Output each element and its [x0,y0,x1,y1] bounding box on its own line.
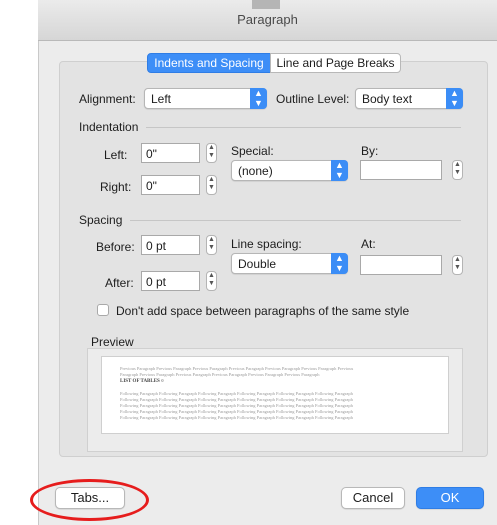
preview-following-line: Following Paragraph Following Paragraph … [120,403,353,408]
left-indent-label: Left: [104,148,128,162]
after-value: 0 pt [146,275,167,289]
alignment-value: Left [151,92,172,106]
after-field[interactable]: 0 pt [141,271,200,291]
special-value: (none) [238,164,273,178]
tab-line-and-page-breaks[interactable]: Line and Page Breaks [270,53,401,73]
indentation-heading: Indentation [79,120,139,134]
preview-previous-line: Paragraph Previous Paragraph Previous Pa… [120,372,320,377]
by-label: By: [361,144,379,158]
tab-indents-and-spacing[interactable]: Indents and Spacing [147,53,271,73]
preview-following-line: Following Paragraph Following Paragraph … [120,415,353,420]
preview-heading: Preview [91,335,134,349]
left-indent-value: 0" [146,147,157,161]
chevron-updown-icon: ▲ ▼ [446,88,463,109]
after-stepper-icon[interactable]: ▲ ▼ [206,271,217,291]
line-spacing-select[interactable]: Double ▲ ▼ [231,253,348,274]
window-grabber [252,0,280,9]
by-stepper-icon[interactable]: ▲ ▼ [452,160,463,180]
spacing-heading: Spacing [79,213,123,227]
chevron-updown-icon: ▲ ▼ [331,253,348,274]
preview-following-line: Following Paragraph Following Paragraph … [120,397,353,402]
at-label: At: [361,237,376,251]
ok-button[interactable]: OK [416,487,484,509]
preview-sample-text: LIST OF TABLES ¤ [120,379,164,384]
before-value: 0 pt [146,239,167,253]
preview-following-line: Following Paragraph Following Paragraph … [120,409,353,414]
right-indent-stepper-icon[interactable]: ▲ ▼ [206,175,217,195]
before-label: Before: [96,240,135,254]
right-indent-field[interactable]: 0" [141,175,200,195]
left-indent-stepper-icon[interactable]: ▲ ▼ [206,143,217,163]
by-field[interactable] [360,160,442,180]
highlight-circle [30,479,149,521]
spacing-divider [130,220,461,221]
before-stepper-icon[interactable]: ▲ ▼ [206,235,217,255]
outline-level-value: Body text [362,92,413,106]
right-indent-label: Right: [100,180,132,194]
special-label: Special: [231,144,274,158]
indentation-divider [146,127,461,128]
special-select[interactable]: (none) ▲ ▼ [231,160,348,181]
cancel-button[interactable]: Cancel [341,487,405,509]
alignment-label: Alignment: [79,92,136,106]
dont-add-space-label: Don't add space between paragraphs of th… [116,304,410,318]
alignment-select[interactable]: Left ▲ ▼ [144,88,267,109]
window-title: Paragraph [237,12,298,27]
chevron-updown-icon: ▲ ▼ [250,88,267,109]
right-indent-value: 0" [146,179,157,193]
after-label: After: [105,276,134,290]
chevron-updown-icon: ▲ ▼ [331,160,348,181]
outline-level-select[interactable]: Body text ▲ ▼ [355,88,463,109]
left-indent-field[interactable]: 0" [141,143,200,163]
at-field[interactable] [360,255,442,275]
dont-add-space-checkbox[interactable] [97,304,109,316]
outline-level-label: Outline Level: [276,92,350,106]
line-spacing-label: Line spacing: [231,237,302,251]
preview-following-line: Following Paragraph Following Paragraph … [120,391,353,396]
preview-page: Previous Paragraph Previous Paragraph Pr… [101,356,449,434]
at-stepper-icon[interactable]: ▲ ▼ [452,255,463,275]
before-field[interactable]: 0 pt [141,235,200,255]
preview-previous-line: Previous Paragraph Previous Paragraph Pr… [120,366,354,371]
line-spacing-value: Double [238,257,277,271]
